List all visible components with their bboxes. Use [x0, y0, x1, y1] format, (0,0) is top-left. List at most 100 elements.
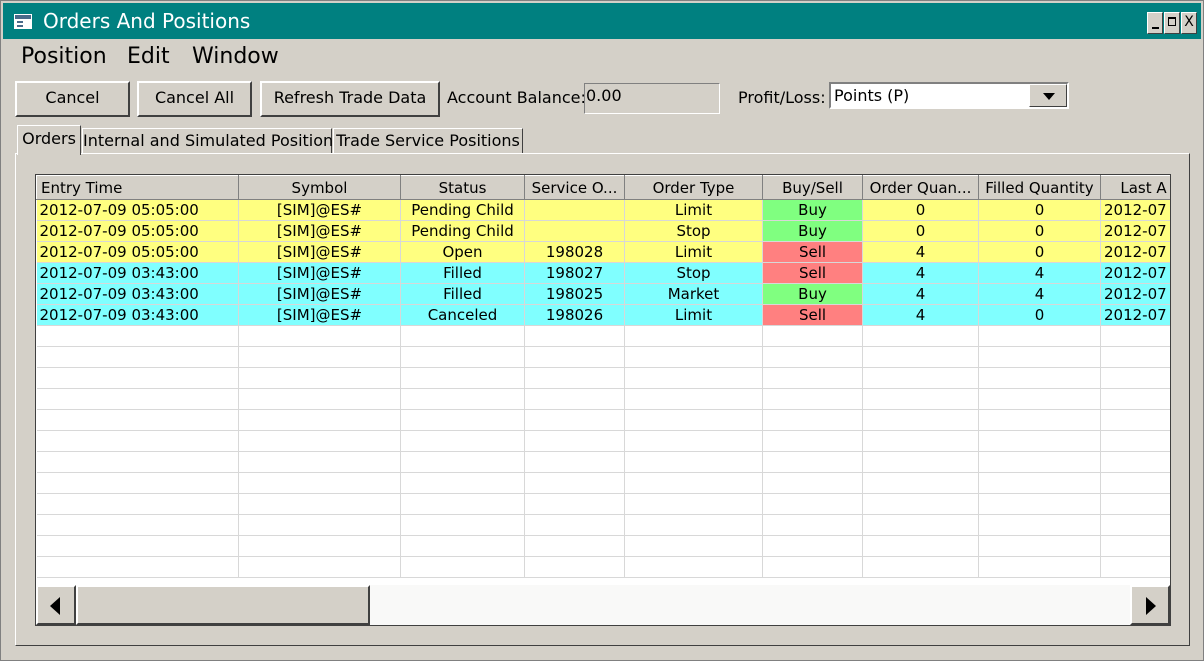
table-cell	[524, 220, 625, 242]
table-cell: Filled	[400, 283, 525, 305]
empty-cell	[524, 556, 625, 578]
empty-row	[36, 388, 1170, 410]
table-cell: 0	[978, 304, 1101, 326]
tab-orders[interactable]: Orders	[17, 125, 81, 155]
table-cell: Canceled	[400, 304, 525, 326]
table-cell: 2012-07	[1100, 304, 1170, 326]
table-cell: 2012-07-09 03:43:00	[36, 283, 239, 305]
column-header[interactable]: Service O...	[524, 175, 625, 200]
close-button[interactable]: X	[1181, 12, 1197, 34]
empty-cell	[978, 556, 1101, 578]
empty-cell	[524, 409, 625, 431]
empty-cell	[400, 325, 525, 347]
empty-cell	[1100, 346, 1170, 368]
maximize-button[interactable]	[1164, 12, 1180, 34]
empty-cell	[862, 556, 979, 578]
table-cell: Pending Child	[400, 199, 525, 221]
tab-trade-service-positions[interactable]: Trade Service Positions	[333, 128, 523, 153]
empty-cell	[524, 514, 625, 536]
table-row[interactable]: 2012-07-09 05:05:00 [SIM]@ES# Open 198028 Li…	[36, 241, 1170, 263]
horizontal-scrollbar[interactable]	[36, 585, 1170, 625]
empty-cell	[978, 346, 1101, 368]
cancel-button[interactable]: Cancel	[15, 81, 130, 117]
empty-cell	[238, 325, 401, 347]
empty-cell	[400, 346, 525, 368]
title-bar[interactable]: Orders And Positions X	[3, 3, 1201, 39]
table-cell: Sell	[762, 262, 863, 284]
table-cell: 2012-07-09 03:43:00	[36, 304, 239, 326]
table-row[interactable]: 2012-07-09 05:05:00 [SIM]@ES# Pending Chil…	[36, 220, 1170, 242]
empty-cell	[400, 535, 525, 557]
column-header[interactable]: Symbol	[238, 175, 401, 200]
empty-cell	[238, 388, 401, 410]
profit-loss-label: Profit/Loss:	[738, 88, 826, 107]
empty-cell	[36, 325, 239, 347]
cancel-all-button[interactable]: Cancel All	[137, 81, 252, 117]
column-header[interactable]: Order Quan...	[862, 175, 979, 200]
window-title: Orders And Positions	[43, 9, 251, 33]
empty-cell	[978, 430, 1101, 452]
menu-position[interactable]: Position	[21, 44, 107, 70]
empty-cell	[36, 493, 239, 515]
orders-window: Orders And Positions X Position Edit Win…	[0, 0, 1204, 661]
minimize-button[interactable]	[1147, 12, 1163, 34]
empty-cell	[36, 472, 239, 494]
empty-row	[36, 346, 1170, 368]
menu-edit[interactable]: Edit	[127, 44, 170, 70]
empty-cell	[36, 514, 239, 536]
window-app-icon[interactable]	[14, 14, 32, 29]
empty-cell	[238, 451, 401, 473]
tab-internal-simulated-positions[interactable]: Internal and Simulated Positions	[82, 128, 342, 153]
empty-row	[36, 367, 1170, 389]
table-cell: [SIM]@ES#	[238, 283, 401, 305]
table-cell: Limit	[624, 199, 763, 221]
chevron-down-icon[interactable]	[1029, 84, 1067, 107]
table-cell: Sell	[762, 241, 863, 263]
column-header[interactable]: Buy/Sell	[762, 175, 863, 200]
table-cell: 0	[978, 199, 1101, 221]
column-header[interactable]: Order Type	[624, 175, 763, 200]
empty-cell	[978, 367, 1101, 389]
table-cell: Limit	[624, 241, 763, 263]
table-row[interactable]: 2012-07-09 05:05:00 [SIM]@ES# Pending Chil…	[36, 199, 1170, 221]
scroll-thumb[interactable]	[76, 585, 370, 625]
empty-cell	[862, 409, 979, 431]
table-cell: 4	[978, 283, 1101, 305]
orders-grid[interactable]: Entry Time Symbol Status Service O... Order …	[35, 174, 1171, 626]
table-cell: 0	[978, 220, 1101, 242]
refresh-trade-data-button[interactable]: Refresh Trade Data	[260, 81, 440, 117]
table-cell: 0	[862, 199, 979, 221]
table-cell: 4	[862, 283, 979, 305]
column-header[interactable]: Entry Time	[36, 175, 239, 200]
column-header[interactable]: Filled Quantity	[978, 175, 1101, 200]
empty-cell	[238, 346, 401, 368]
scroll-right-icon[interactable]	[1130, 585, 1170, 625]
empty-cell	[762, 430, 863, 452]
empty-cell	[762, 409, 863, 431]
table-cell	[524, 199, 625, 221]
table-row[interactable]: 2012-07-09 03:43:00 [SIM]@ES# Canceled 1980…	[36, 304, 1170, 326]
empty-cell	[624, 514, 763, 536]
orders-table: Entry Time Symbol Status Service O... Order …	[36, 175, 1170, 578]
empty-cell	[762, 493, 863, 515]
profit-loss-select[interactable]: Points (P)	[829, 82, 1069, 109]
empty-cell	[524, 430, 625, 452]
scroll-left-icon[interactable]	[36, 585, 76, 625]
empty-cell	[524, 451, 625, 473]
grid-body: 2012-07-09 05:05:00 [SIM]@ES# Pending Chil…	[36, 199, 1170, 578]
empty-cell	[762, 367, 863, 389]
table-cell: 2012-07-09 03:43:00	[36, 262, 239, 284]
table-row[interactable]: 2012-07-09 03:43:00 [SIM]@ES# Filled 198027…	[36, 262, 1170, 284]
menu-window[interactable]: Window	[192, 44, 279, 70]
empty-cell	[524, 367, 625, 389]
column-header[interactable]: Last A	[1100, 175, 1170, 200]
table-row[interactable]: 2012-07-09 03:43:00 [SIM]@ES# Filled 198025…	[36, 283, 1170, 305]
empty-cell	[624, 346, 763, 368]
empty-cell	[624, 493, 763, 515]
empty-cell	[36, 346, 239, 368]
table-cell: [SIM]@ES#	[238, 199, 401, 221]
empty-cell	[624, 430, 763, 452]
column-header[interactable]: Status	[400, 175, 525, 200]
empty-cell	[524, 493, 625, 515]
table-cell: 0	[862, 220, 979, 242]
